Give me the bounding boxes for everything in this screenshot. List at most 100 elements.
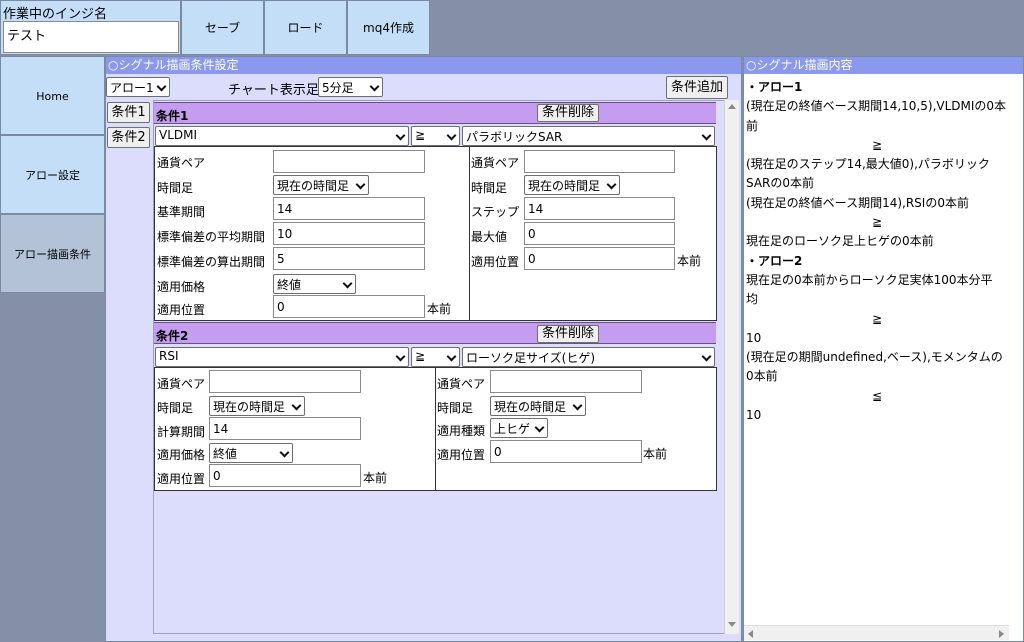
condition-1-indicator-left-value: VLDMI [159, 128, 198, 142]
c1r-tf-select[interactable]: 現在の時間足 [524, 175, 620, 195]
c2l-pos-input[interactable] [209, 464, 361, 487]
load-button[interactable]: ロード [264, 0, 347, 55]
settings-title: ○シグナル描画条件設定 [108, 58, 239, 72]
c2r-pair-input[interactable] [490, 370, 642, 393]
c2l-pair-input[interactable] [209, 370, 361, 393]
c2r-type-value: 上ヒゲ [494, 422, 531, 436]
chevron-down-icon [447, 131, 456, 140]
chevron-down-icon [370, 82, 379, 91]
condition-tab-2[interactable]: 条件2 [107, 127, 150, 148]
add-condition-button[interactable]: 条件追加 [666, 76, 728, 99]
condition-2-delete-button[interactable]: 条件削除 [537, 325, 599, 343]
c1l-sd-avg-input[interactable] [273, 222, 425, 245]
chevron-down-icon [396, 131, 405, 140]
signal-operator: ≧ [871, 215, 883, 230]
arrow-select[interactable]: アロー1 [106, 77, 170, 97]
c1l-sd-calc-input[interactable] [273, 247, 425, 270]
c2r-pos-input[interactable] [490, 440, 642, 463]
condition-1-indicator-right-select[interactable]: パラボリックSAR [462, 126, 715, 146]
c1l-tf-select[interactable]: 現在の時間足 [273, 175, 369, 195]
scroll-right-icon[interactable] [999, 630, 1004, 638]
condition-1-indicator-left-select[interactable]: VLDMI [155, 126, 409, 146]
c2r-tf-select[interactable]: 現在の時間足 [490, 396, 586, 416]
scroll-down-icon[interactable] [728, 622, 736, 627]
c2l-calc-label: 計算期間 [157, 425, 206, 439]
condition-1-operator-select[interactable]: ≧ [411, 126, 460, 146]
c1l-price-select[interactable]: 終値 [273, 274, 356, 294]
c1l-tf-label: 時間足 [157, 181, 194, 195]
settings-title-bar: ○シグナル描画条件設定 [106, 57, 741, 74]
nav-arrow-settings[interactable]: アロー設定 [0, 135, 105, 214]
c1l-period-input[interactable] [273, 197, 425, 220]
condition-1-delete-button[interactable]: 条件削除 [537, 104, 599, 122]
condition-2-header: 条件2 [154, 322, 716, 344]
signal-line: 前 [746, 118, 759, 133]
condition-1-delete-label: 条件削除 [541, 105, 594, 120]
c1r-step-input[interactable] [524, 197, 675, 220]
condition-1-divider [469, 146, 470, 321]
c2l-tf-select[interactable]: 現在の時間足 [209, 396, 305, 416]
c1l-pair-input[interactable] [273, 150, 425, 173]
signal-line: 10 [746, 330, 762, 345]
scroll-up-icon[interactable] [728, 104, 736, 109]
mq4-create-label: mq4作成 [363, 21, 414, 35]
c2l-calc-input[interactable] [209, 417, 361, 440]
c2l-pos-unit: 本前 [363, 471, 388, 485]
c1r-pos-input[interactable] [524, 247, 675, 270]
c1r-max-input[interactable] [524, 222, 675, 245]
c2r-type-label: 適用種類 [437, 424, 486, 438]
condition-2-indicator-left-select[interactable]: RSI [155, 347, 409, 367]
condition-2-indicator-right-select[interactable]: ローソク足サイズ(ヒゲ) [462, 347, 715, 367]
c1r-pair-input[interactable] [524, 150, 675, 173]
signal-title-bar: ○シグナル描画内容 [744, 57, 1023, 74]
chevron-down-icon [573, 401, 582, 410]
c1l-pos-input[interactable] [273, 295, 425, 318]
condition-2-delete-label: 条件削除 [541, 326, 594, 341]
c2l-pos-label: 適用位置 [157, 472, 206, 486]
condition-2-operator-select[interactable]: ≧ [411, 347, 460, 367]
conditions-scrollbar[interactable] [724, 100, 739, 634]
condition-1-operator-value: ≧ [415, 128, 426, 142]
condition-2-indicator-right-value: ローソク足サイズ(ヒゲ) [466, 351, 596, 365]
signal-line: 現在足の0本前からローソク足実体100本分平 [746, 272, 993, 287]
c1r-step-label: ステップ [471, 205, 520, 219]
chevron-down-icon [292, 401, 301, 410]
signal-operator: ≦ [871, 388, 883, 403]
condition-2-divider [435, 367, 436, 491]
c2r-pair-label: 通貨ペア [437, 377, 486, 391]
c2l-price-value: 終値 [213, 447, 238, 461]
signal-line-arrow1: ・アロー1 [746, 80, 803, 94]
nav-arrow-draw[interactable]: アロー描画条件 [0, 214, 105, 293]
c2r-type-select[interactable]: 上ヒゲ [490, 418, 548, 438]
chevron-down-icon [607, 180, 616, 189]
chart-tf-select[interactable]: 5分足 [318, 77, 383, 97]
chevron-down-icon [157, 82, 166, 91]
chart-tf-label: チャート表示足 [228, 83, 319, 98]
condition-2-operator-value: ≧ [415, 349, 426, 363]
chevron-down-icon [702, 352, 711, 361]
signal-line: 均 [746, 292, 759, 307]
mq4-create-button[interactable]: mq4作成 [347, 0, 430, 55]
indi-name-label: 作業中のインジ名 [3, 7, 108, 22]
signal-line: (現在足の終値ベース期間14,10,5),VLDMIの0本 [746, 99, 1007, 114]
indi-name-panel: 作業中のインジ名 テスト [0, 0, 181, 55]
signal-line-arrow2: ・アロー2 [746, 253, 803, 268]
signal-scrollbar-h[interactable] [744, 625, 1009, 640]
signal-line: 現在足のローソク足上ヒゲの0本前 [746, 234, 934, 249]
indi-name-field[interactable]: テスト [3, 21, 179, 53]
c1r-pos-label: 適用位置 [471, 255, 520, 269]
scroll-left-icon[interactable] [748, 630, 753, 638]
save-button[interactable]: セーブ [181, 0, 264, 55]
condition-tab-1[interactable]: 条件1 [107, 102, 150, 123]
signal-line: (現在足のステップ14,最大値0),パラボリック [746, 157, 990, 172]
condition-1-title: 条件1 [156, 109, 189, 123]
nav-home[interactable]: Home [0, 56, 105, 135]
c1l-period-label: 基準期間 [157, 205, 206, 219]
c1r-pos-unit: 本前 [677, 254, 702, 268]
c1l-pos-label: 適用位置 [157, 303, 206, 317]
c2l-tf-label: 時間足 [157, 401, 194, 415]
condition-1-indicator-right-value: パラボリックSAR [466, 130, 563, 144]
c2l-price-select[interactable]: 終値 [209, 443, 293, 463]
c2l-pair-label: 通貨ペア [157, 377, 206, 391]
add-condition-label: 条件追加 [670, 80, 723, 95]
